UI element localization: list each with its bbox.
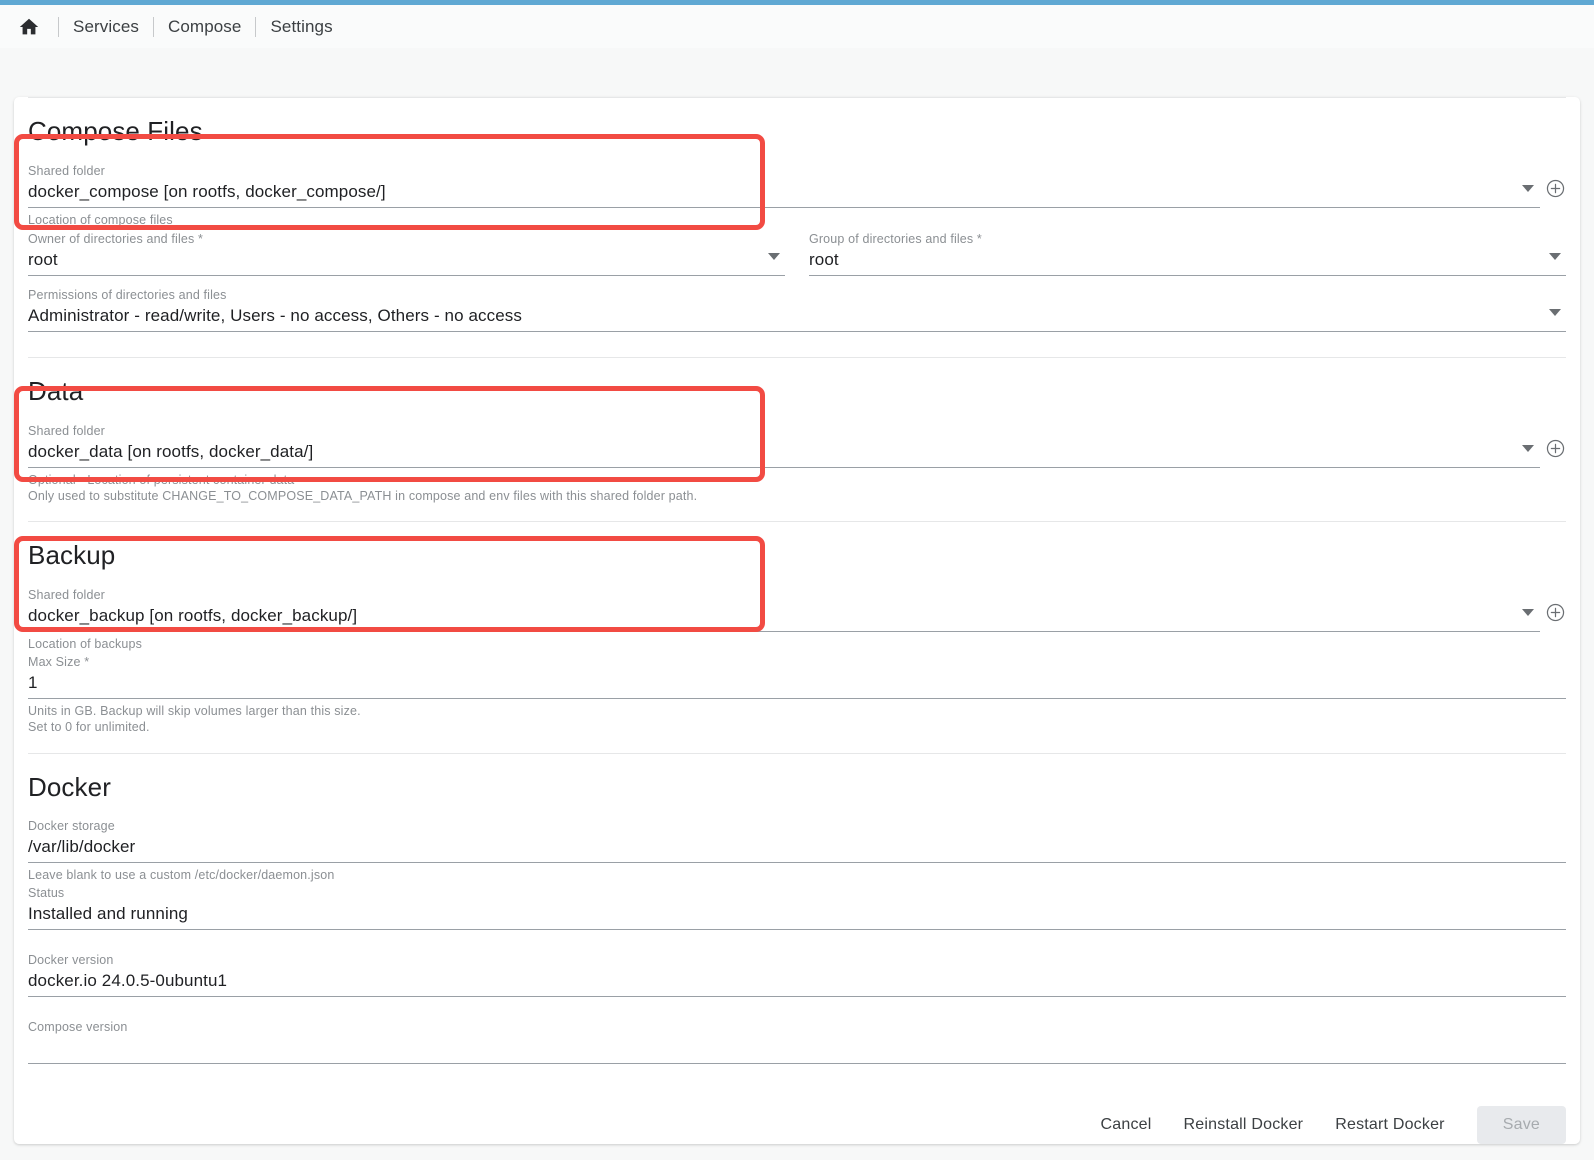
data-shared-folder-hint-1: Optional - Location of persistent contai…: [28, 472, 1566, 488]
docker-storage-field[interactable]: Docker storage /var/lib/docker Leave bla…: [28, 816, 1566, 883]
data-shared-folder-hint-2: Only used to substitute CHANGE_TO_COMPOS…: [28, 488, 1566, 504]
nav-divider-1: [58, 17, 59, 37]
group-underline: [809, 275, 1566, 276]
compose-version-field: Compose version: [28, 1017, 1566, 1064]
chevron-down-icon[interactable]: [1549, 253, 1561, 260]
section-divider-after-data: [28, 521, 1566, 522]
docker-version-label: Docker version: [28, 952, 1566, 968]
owner-field[interactable]: Owner of directories and files * root: [28, 229, 785, 276]
compose-files-section: Compose Files Shared folder docker_compo…: [28, 97, 1566, 358]
compose-version-value: [28, 1035, 1566, 1061]
docker-section: Docker Docker storage /var/lib/docker Le…: [28, 774, 1566, 1064]
max-size-label: Max Size *: [28, 654, 1566, 670]
compose-version-label: Compose version: [28, 1019, 1566, 1035]
docker-storage-hint: Leave blank to use a custom /etc/docker/…: [28, 867, 1566, 883]
max-size-value: 1: [28, 670, 1566, 696]
data-shared-folder-underline: [28, 467, 1540, 468]
permissions-underline: [28, 331, 1566, 332]
permissions-field[interactable]: Permissions of directories and files Adm…: [28, 285, 1566, 332]
permissions-value: Administrator - read/write, Users - no a…: [28, 303, 1566, 329]
chevron-down-icon[interactable]: [1522, 445, 1534, 452]
owner-underline: [28, 275, 785, 276]
plus-circle-icon[interactable]: [1545, 438, 1566, 459]
owner-label: Owner of directories and files *: [28, 231, 785, 247]
backup-title: Backup: [28, 542, 1566, 568]
compose-shared-folder-label: Shared folder: [28, 163, 1566, 179]
data-section: Data Shared folder docker_data [on rootf…: [28, 378, 1566, 522]
backup-shared-folder-label: Shared folder: [28, 587, 1566, 603]
data-shared-folder-label: Shared folder: [28, 423, 1566, 439]
compose-shared-folder-field[interactable]: Shared folder docker_compose [on rootfs,…: [28, 161, 1566, 228]
group-value: root: [809, 247, 1566, 273]
data-title: Data: [28, 378, 1566, 404]
compose-shared-folder-value: docker_compose [on rootfs, docker_compos…: [28, 179, 1566, 205]
max-size-field[interactable]: Max Size * 1 Units in GB. Backup will sk…: [28, 652, 1566, 735]
plus-circle-icon[interactable]: [1545, 178, 1566, 199]
docker-status-value: Installed and running: [28, 901, 1566, 927]
nav-divider-2: [153, 17, 154, 37]
backup-shared-folder-field[interactable]: Shared folder docker_backup [on rootfs, …: [28, 585, 1566, 652]
compose-files-title: Compose Files: [28, 118, 1566, 144]
reinstall-docker-button[interactable]: Reinstall Docker: [1168, 1106, 1320, 1144]
chevron-down-icon[interactable]: [768, 253, 780, 260]
group-field[interactable]: Group of directories and files * root: [809, 229, 1566, 276]
docker-storage-underline: [28, 862, 1566, 863]
home-icon[interactable]: [14, 12, 44, 42]
docker-storage-label: Docker storage: [28, 818, 1566, 834]
docker-storage-value: /var/lib/docker: [28, 834, 1566, 860]
backup-shared-folder-hint: Location of backups: [28, 636, 1566, 652]
footer-actions: Cancel Reinstall Docker Restart Docker S…: [28, 1106, 1566, 1144]
backup-shared-folder-underline: [28, 631, 1540, 632]
compose-version-underline: [28, 1063, 1566, 1064]
data-shared-folder-value: docker_data [on rootfs, docker_data/]: [28, 439, 1566, 465]
docker-version-value: docker.io 24.0.5-0ubuntu1: [28, 968, 1566, 994]
plus-circle-icon[interactable]: [1545, 602, 1566, 623]
permissions-label: Permissions of directories and files: [28, 287, 1566, 303]
backup-shared-folder-value: docker_backup [on rootfs, docker_backup/…: [28, 603, 1566, 629]
docker-version-underline: [28, 996, 1566, 997]
nav-link-settings[interactable]: Settings: [270, 17, 332, 37]
docker-status-field: Status Installed and running: [28, 883, 1566, 930]
section-divider-after-compose: [28, 357, 1566, 358]
compose-shared-folder-hint: Location of compose files: [28, 212, 1566, 228]
save-button: Save: [1477, 1106, 1566, 1144]
nav-link-compose[interactable]: Compose: [168, 17, 241, 37]
chevron-down-icon[interactable]: [1549, 309, 1561, 316]
nav-divider-3: [255, 17, 256, 37]
max-size-hint-1: Units in GB. Backup will skip volumes la…: [28, 703, 1566, 719]
section-divider-after-backup: [28, 753, 1566, 754]
settings-card: Compose Files Shared folder docker_compo…: [14, 97, 1580, 1144]
backup-section: Backup Shared folder docker_backup [on r…: [28, 542, 1566, 754]
owner-value: root: [28, 247, 785, 273]
group-label: Group of directories and files *: [809, 231, 1566, 247]
max-size-underline: [28, 698, 1566, 699]
chevron-down-icon[interactable]: [1522, 185, 1534, 192]
docker-title: Docker: [28, 774, 1566, 800]
docker-version-field: Docker version docker.io 24.0.5-0ubuntu1: [28, 950, 1566, 997]
nav-link-services[interactable]: Services: [73, 17, 139, 37]
docker-status-underline: [28, 929, 1566, 930]
section-divider-top: [28, 97, 1566, 98]
max-size-hint-2: Set to 0 for unlimited.: [28, 719, 1566, 735]
chevron-down-icon[interactable]: [1522, 609, 1534, 616]
restart-docker-button[interactable]: Restart Docker: [1319, 1106, 1461, 1144]
compose-shared-folder-underline: [28, 207, 1540, 208]
docker-status-label: Status: [28, 885, 1566, 901]
data-shared-folder-field[interactable]: Shared folder docker_data [on rootfs, do…: [28, 421, 1566, 504]
cancel-button[interactable]: Cancel: [1085, 1106, 1168, 1144]
top-navigation: Services Compose Settings: [0, 5, 1594, 48]
